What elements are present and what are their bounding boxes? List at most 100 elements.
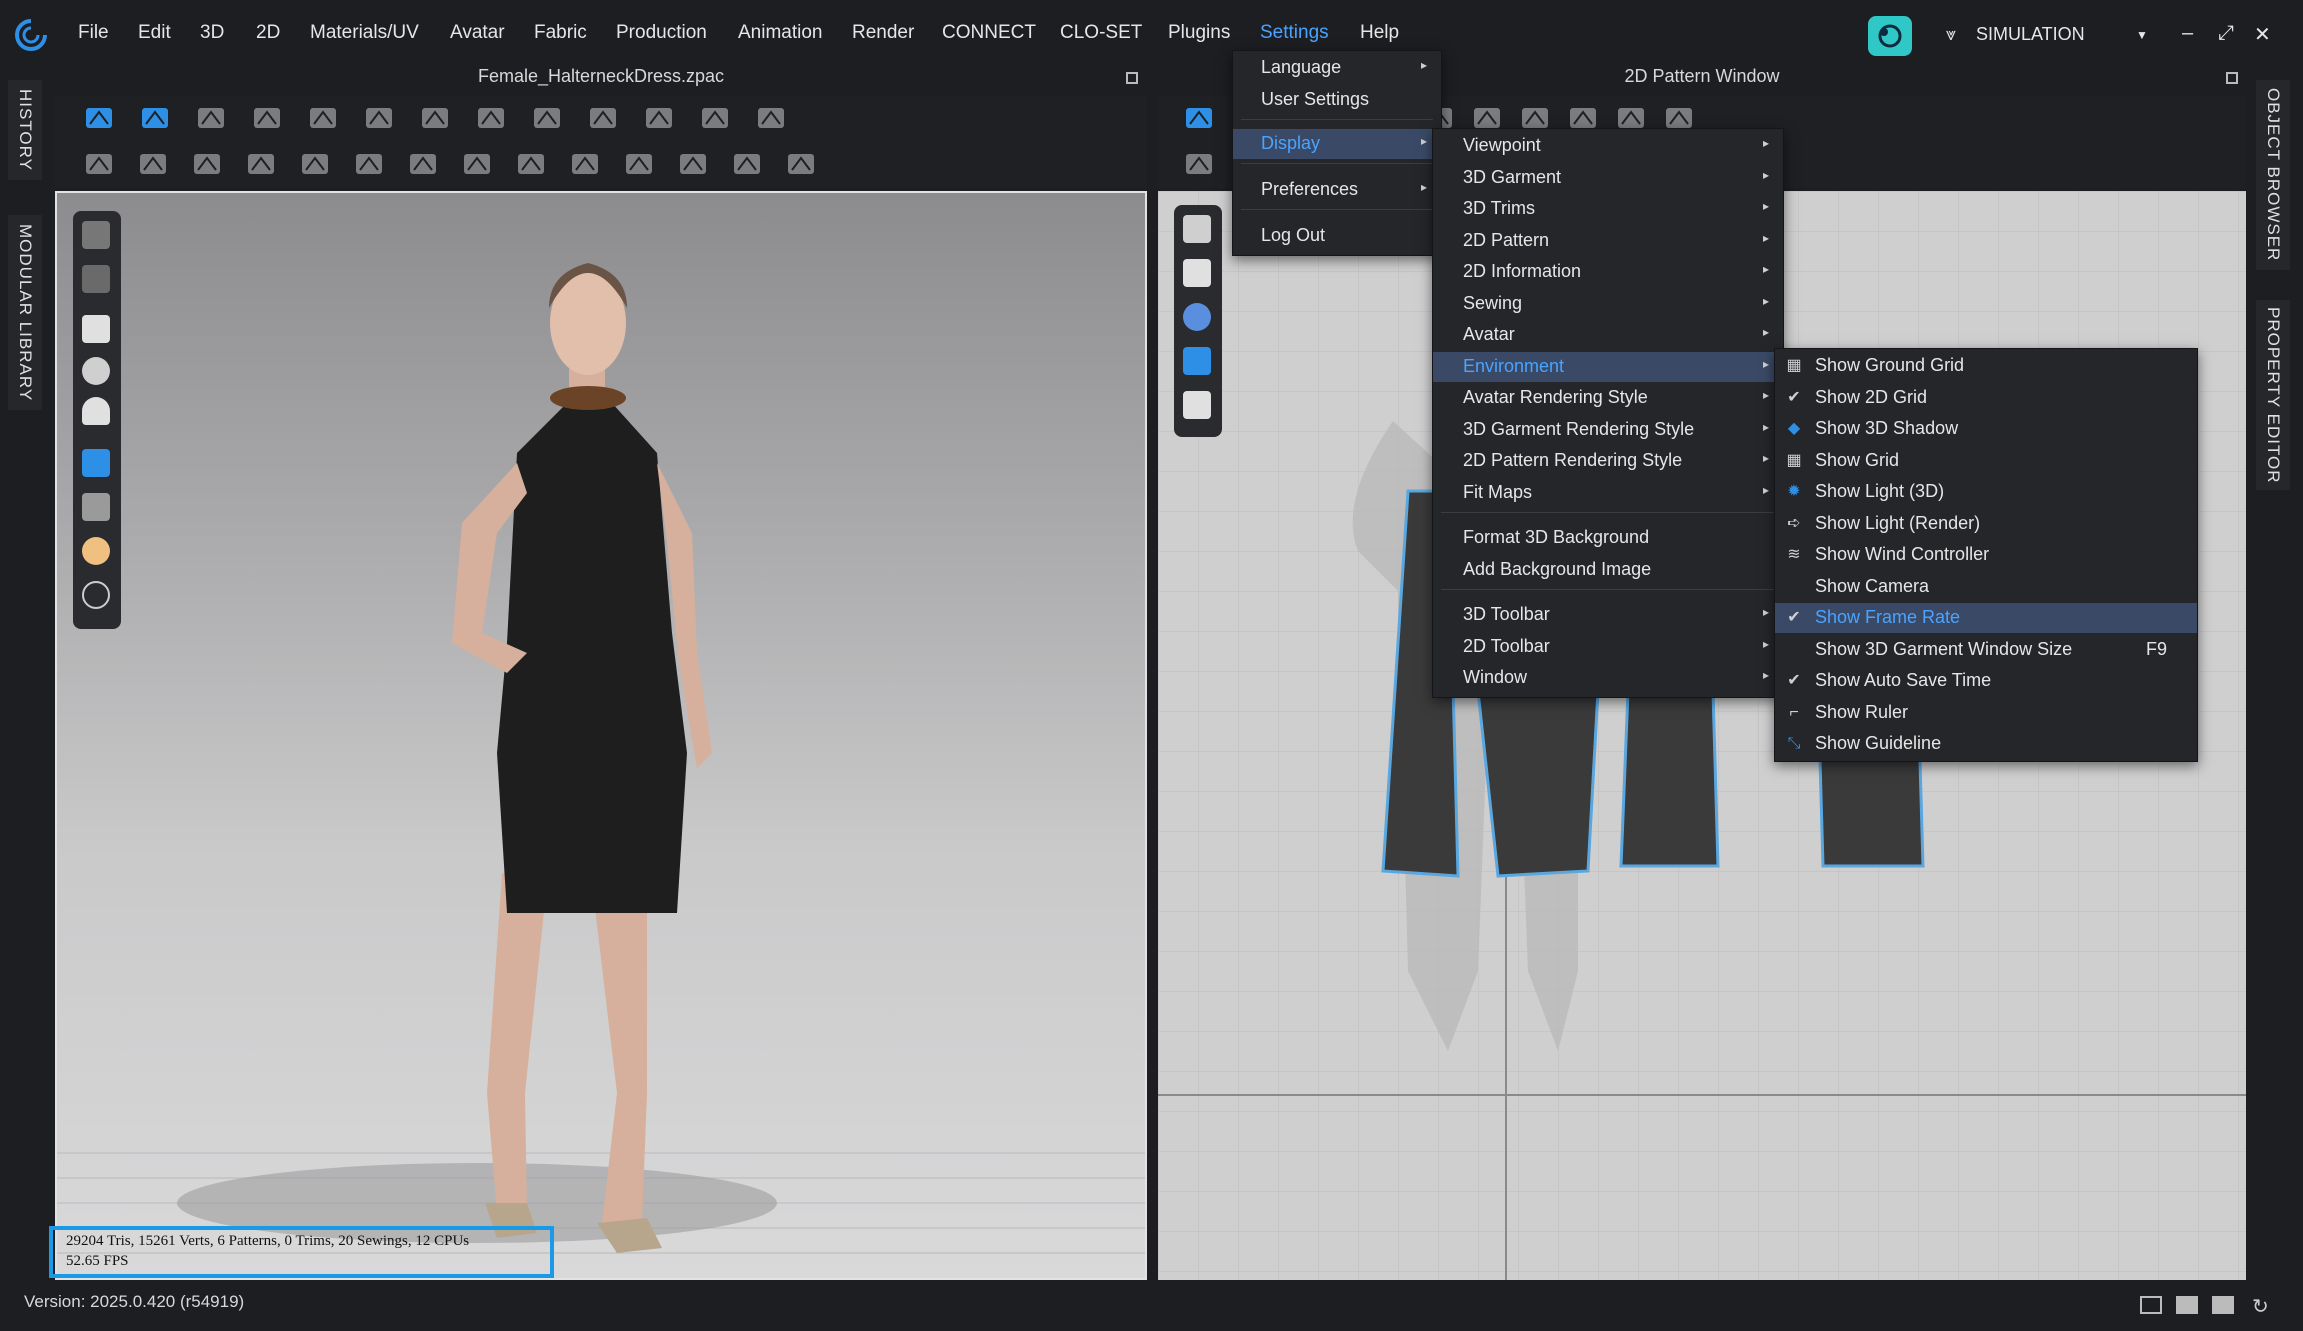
menu-item-3d-garment[interactable]: 3D Garment ▸ <box>1433 163 1783 193</box>
menu-item-show-3d-shadow[interactable]: ◆ Show 3D Shadow <box>1775 414 2197 444</box>
menu-settings[interactable]: Settings <box>1260 22 1329 44</box>
view3d-viewport[interactable] <box>55 191 1147 1280</box>
object-browser-tab[interactable]: OBJECT BROWSER <box>2256 80 2290 270</box>
menu-item-show-guideline[interactable]: ⤡ Show Guideline <box>1775 729 2197 759</box>
menu-item-sewing[interactable]: Sewing ▸ <box>1433 289 1783 319</box>
menu-item-format-3d-background[interactable]: Format 3D Background <box>1433 523 1783 553</box>
view3d-row1-tool-5-icon[interactable] <box>304 100 342 136</box>
menu-item-show-light-3d[interactable]: ✹ Show Light (3D) <box>1775 477 2197 507</box>
simulation-mode-label[interactable]: SIMULATION <box>1976 24 2085 45</box>
menu-connect[interactable]: CONNECT <box>942 22 1036 44</box>
menu-plugins[interactable]: Plugins <box>1168 22 1230 44</box>
view3d-row2-tool-11-icon[interactable] <box>620 146 658 182</box>
view3d-restore-icon[interactable] <box>1126 72 1138 84</box>
view2d-row1-tool-1-icon[interactable] <box>1180 100 1218 136</box>
layout-2d-icon[interactable] <box>2212 1296 2234 1314</box>
minimize-button[interactable]: – <box>2182 22 2193 45</box>
view3d-row2-tool-13-icon[interactable] <box>728 146 766 182</box>
menu-item-show-light-render[interactable]: ➪ Show Light (Render) <box>1775 509 2197 539</box>
shirt-icon[interactable] <box>82 315 110 343</box>
view3d-row1-tool-1-icon[interactable] <box>80 100 118 136</box>
menu-item-add-background-image[interactable]: Add Background Image <box>1433 555 1783 585</box>
view3d-row2-tool-9-icon[interactable] <box>512 146 550 182</box>
menu-item-2d-pattern-rendering-style[interactable]: 2D Pattern Rendering Style ▸ <box>1433 446 1783 476</box>
menu-edit[interactable]: Edit <box>138 22 171 44</box>
menu-animation[interactable]: Animation <box>738 22 823 44</box>
shirt-2d-icon[interactable] <box>1183 259 1211 287</box>
menu-item-avatar-rendering-style[interactable]: Avatar Rendering Style ▸ <box>1433 383 1783 413</box>
menu-item-preferences[interactable]: Preferences ▸ <box>1233 175 1441 205</box>
menu-item-show-3d-garment-window-size[interactable]: Show 3D Garment Window Size F9 <box>1775 635 2197 665</box>
view3d-row2-tool-12-icon[interactable] <box>674 146 712 182</box>
menu-item-3d-toolbar[interactable]: 3D Toolbar ▸ <box>1433 600 1783 630</box>
globe-icon[interactable] <box>82 581 110 609</box>
view2d-restore-icon[interactable] <box>2226 72 2238 84</box>
menu-3d[interactable]: 3D <box>200 22 224 44</box>
menu-item-user-settings[interactable]: User Settings <box>1233 85 1441 115</box>
trims-icon[interactable] <box>82 357 110 385</box>
garment-2d-icon[interactable] <box>1183 391 1211 419</box>
info-icon[interactable] <box>1183 303 1211 331</box>
close-button[interactable]: ✕ <box>2254 22 2271 47</box>
connect-logo-icon[interactable] <box>1868 16 1912 56</box>
pen-icon[interactable] <box>1183 215 1211 243</box>
menu-item-2d-toolbar[interactable]: 2D Toolbar ▸ <box>1433 632 1783 662</box>
menu-item-environment[interactable]: Environment ▸ <box>1433 352 1783 382</box>
view3d-row1-tool-11-icon[interactable] <box>640 100 678 136</box>
view3d-row1-tool-8-icon[interactable] <box>472 100 510 136</box>
garment-display-icon[interactable] <box>82 265 110 293</box>
modular-library-tab[interactable]: MODULAR LIBRARY <box>8 215 42 410</box>
menu-item-2d-pattern[interactable]: 2D Pattern ▸ <box>1433 226 1783 256</box>
view3d-row1-tool-2-icon[interactable] <box>136 100 174 136</box>
view3d-row2-tool-7-icon[interactable] <box>404 146 442 182</box>
menu-fabric[interactable]: Fabric <box>534 22 587 44</box>
layout-3d-icon[interactable] <box>2176 1296 2198 1314</box>
fabric-grey-icon[interactable] <box>82 493 110 521</box>
menu-render[interactable]: Render <box>852 22 914 44</box>
view3d-row2-tool-10-icon[interactable] <box>566 146 604 182</box>
view3d-row1-tool-10-icon[interactable] <box>584 100 622 136</box>
view3d-row1-tool-9-icon[interactable] <box>528 100 566 136</box>
menu-item-show-wind-controller[interactable]: ≋ Show Wind Controller <box>1775 540 2197 570</box>
maximize-button[interactable]: ⤢ <box>2218 22 2234 45</box>
history-tab[interactable]: HISTORY <box>8 80 42 180</box>
mode-dropdown-icon[interactable]: ▼ <box>2136 28 2148 42</box>
fabric-2d-icon[interactable] <box>1183 347 1211 375</box>
menu-item-2d-information[interactable]: 2D Information ▸ <box>1433 257 1783 287</box>
menu-avatar[interactable]: Avatar <box>450 22 505 44</box>
view3d-row2-tool-5-icon[interactable] <box>296 146 334 182</box>
view3d-row2-tool-4-icon[interactable] <box>242 146 280 182</box>
view3d-row1-tool-3-icon[interactable] <box>192 100 230 136</box>
layout-split-icon[interactable] <box>2140 1296 2162 1314</box>
light-bulb-icon[interactable] <box>82 537 110 565</box>
refresh-icon[interactable]: ↻ <box>2252 1294 2269 1319</box>
view3d-row2-tool-14-icon[interactable] <box>782 146 820 182</box>
menu-item-show-camera[interactable]: Show Camera <box>1775 572 2197 602</box>
view2d-row2-tool-1-icon[interactable] <box>1180 146 1218 182</box>
view3d-row2-tool-8-icon[interactable] <box>458 146 496 182</box>
view-cube-icon[interactable] <box>82 221 110 249</box>
avatar-icon[interactable] <box>82 397 110 425</box>
menu-item-3d-trims[interactable]: 3D Trims ▸ <box>1433 194 1783 224</box>
view3d-row1-tool-7-icon[interactable] <box>416 100 454 136</box>
view3d-row2-tool-1-icon[interactable] <box>80 146 118 182</box>
menu-item-fit-maps[interactable]: Fit Maps ▸ <box>1433 478 1783 508</box>
view3d-row1-tool-12-icon[interactable] <box>696 100 734 136</box>
menu-item-log-out[interactable]: Log Out <box>1233 221 1441 251</box>
view3d-row2-tool-6-icon[interactable] <box>350 146 388 182</box>
menu-item-language[interactable]: Language ▸ <box>1233 53 1441 83</box>
menu-item-viewpoint[interactable]: Viewpoint ▸ <box>1433 131 1783 161</box>
menu-item-show-auto-save-time[interactable]: ✔ Show Auto Save Time <box>1775 666 2197 696</box>
menu-2d[interactable]: 2D <box>256 22 280 44</box>
fabric-blue-icon[interactable] <box>82 449 110 477</box>
menu-help[interactable]: Help <box>1360 22 1399 44</box>
menu-file[interactable]: File <box>78 22 109 44</box>
menu-item-display[interactable]: Display ▸ <box>1233 129 1441 159</box>
menu-item-avatar[interactable]: Avatar ▸ <box>1433 320 1783 350</box>
menu-item-show-ruler[interactable]: ⌐ Show Ruler <box>1775 698 2197 728</box>
menu-item-show-2d-grid[interactable]: ✔ Show 2D Grid <box>1775 383 2197 413</box>
view3d-row1-tool-4-icon[interactable] <box>248 100 286 136</box>
menu-item-3d-garment-rendering-style[interactable]: 3D Garment Rendering Style ▸ <box>1433 415 1783 445</box>
property-editor-tab[interactable]: PROPERTY EDITOR <box>2256 300 2290 490</box>
menu-item-show-ground-grid[interactable]: ▦ Show Ground Grid <box>1775 351 2197 381</box>
